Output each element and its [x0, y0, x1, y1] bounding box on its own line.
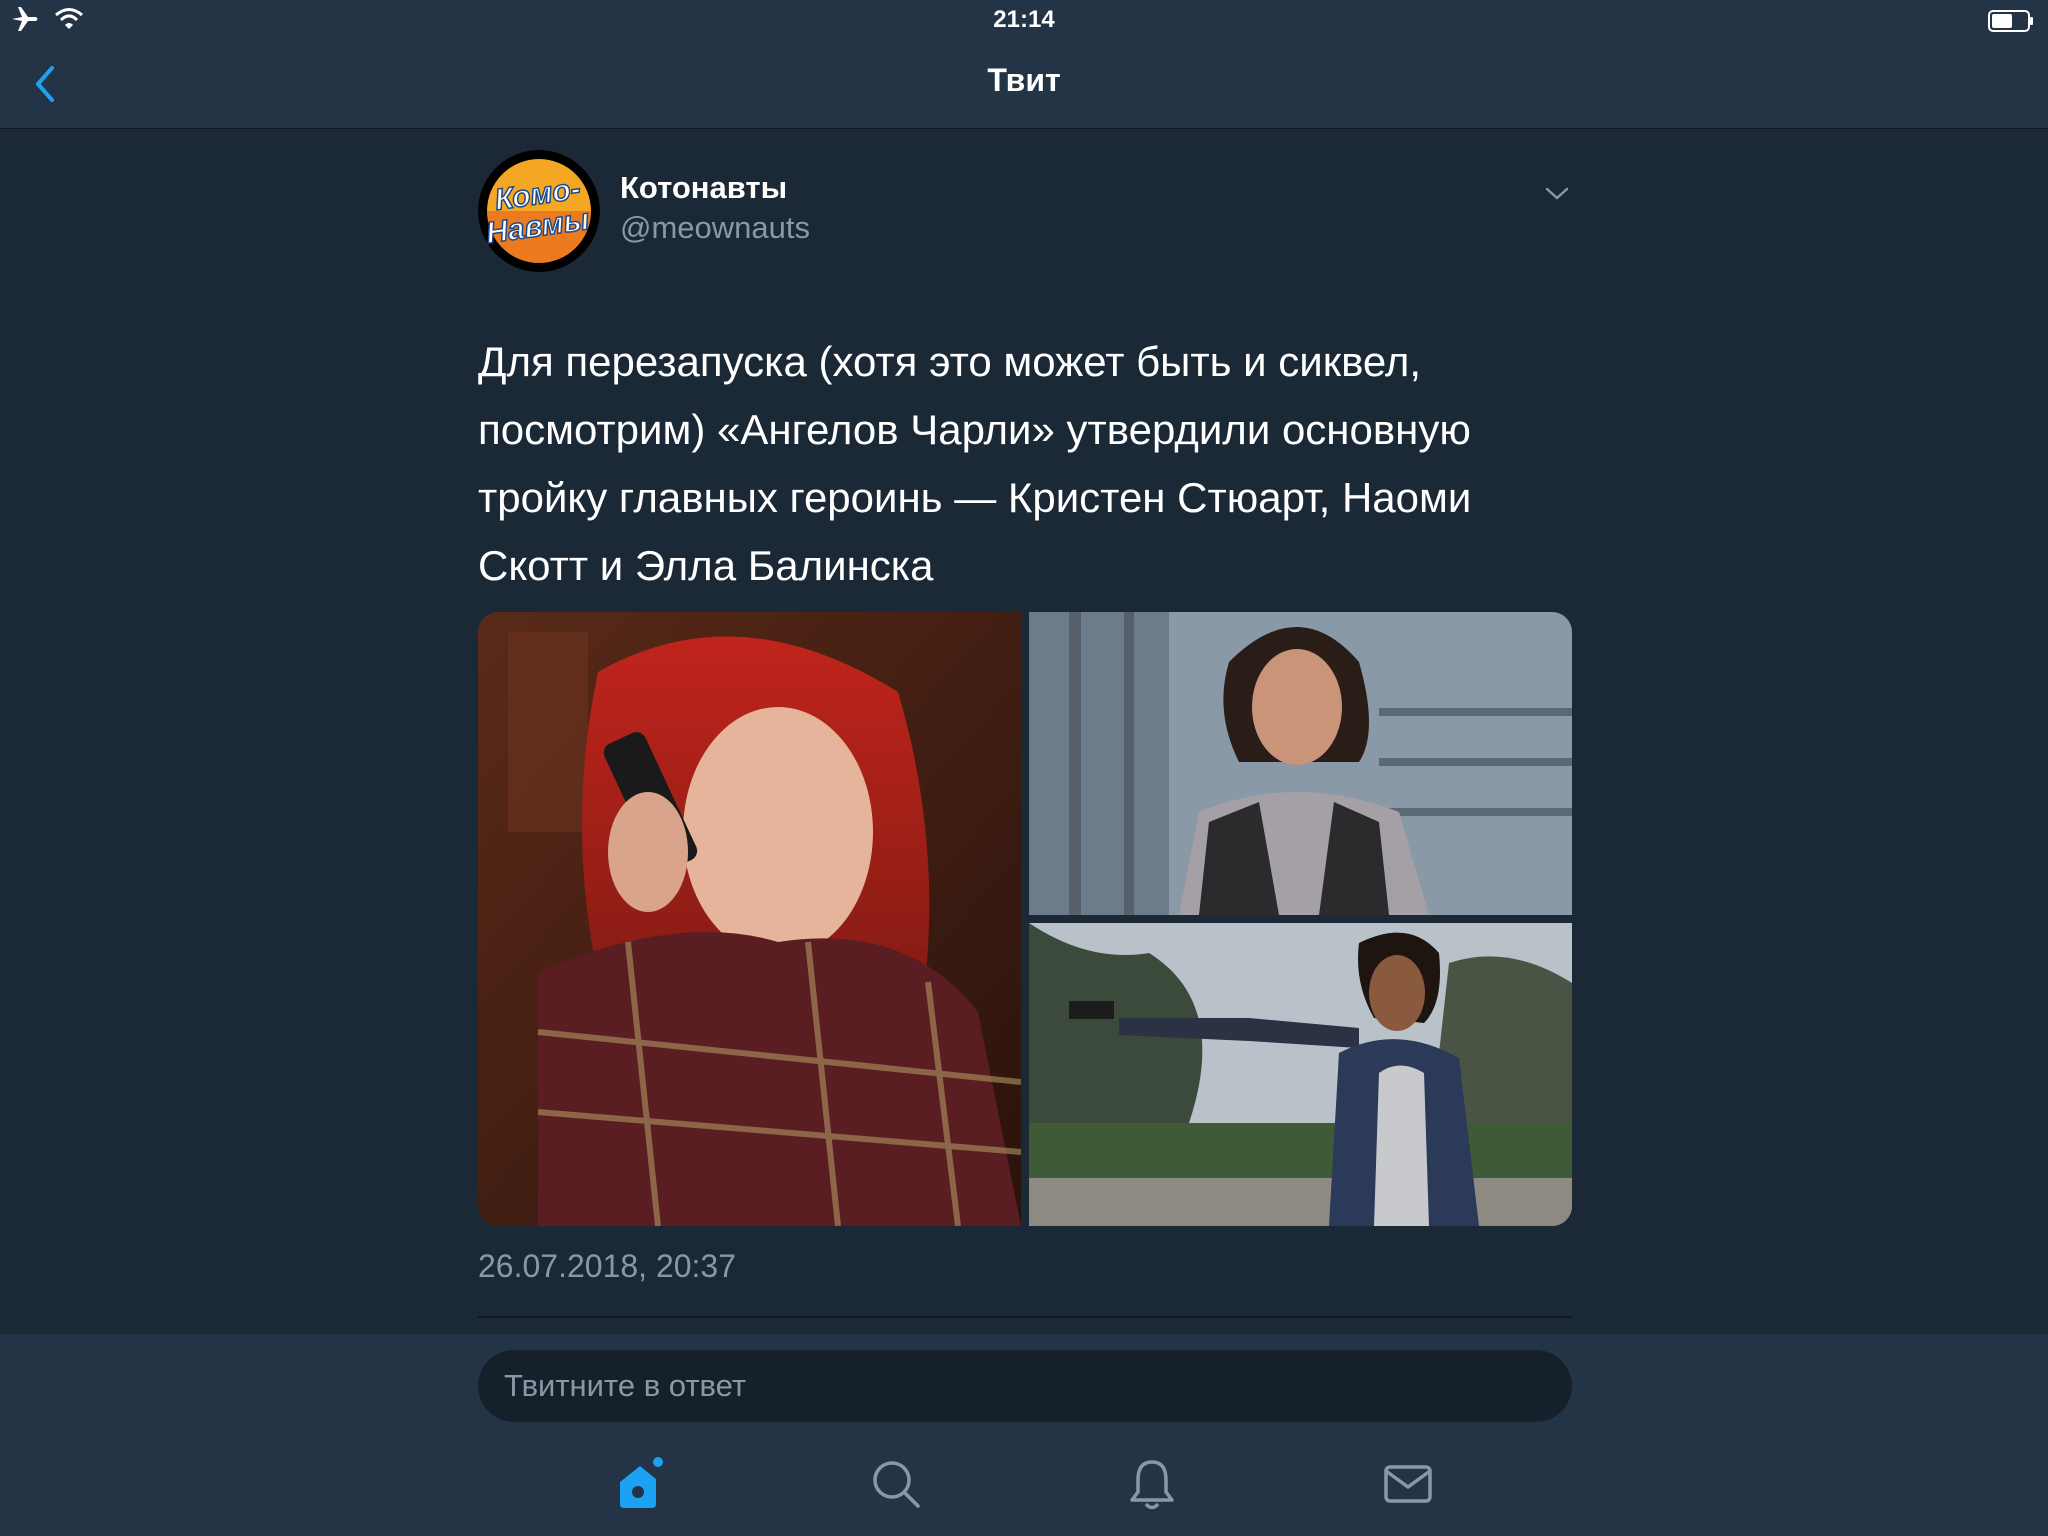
tab-search[interactable]	[866, 1454, 926, 1514]
avatar-logo: Комо- Навмы	[478, 150, 600, 272]
media-photo-3[interactable]	[1029, 923, 1572, 1226]
home-icon	[620, 1457, 663, 1508]
media-photo-2[interactable]	[1029, 612, 1572, 915]
divider	[478, 1316, 1572, 1318]
messages-icon	[1384, 1465, 1432, 1503]
avatar[interactable]: Комо- Навмы	[478, 150, 600, 272]
battery-icon	[1988, 10, 2033, 32]
author-name[interactable]: Котонавты	[620, 170, 787, 206]
notifications-icon	[1130, 1460, 1174, 1510]
media-photo-1[interactable]	[478, 612, 1021, 1226]
search-icon	[873, 1461, 920, 1508]
chevron-down-icon[interactable]	[1542, 178, 1572, 208]
media-grid	[478, 612, 1572, 1226]
tab-notifications[interactable]	[1122, 1454, 1182, 1514]
tweet-timestamp: 26.07.2018, 20:37	[478, 1248, 737, 1284]
tweet-text-line: Для перезапуска (хотя это может быть и с…	[478, 338, 1422, 385]
reply-input[interactable]: Твитните в ответ	[478, 1350, 1572, 1422]
reply-area: Твитните в ответ	[0, 1334, 2048, 1536]
tweet-text-line: тройку главных героинь — Кристен Стюарт,…	[478, 474, 1472, 521]
status-bar: 21:14	[0, 0, 2048, 40]
page-title: Твит	[987, 62, 1061, 98]
author-handle[interactable]: @meownauts	[620, 210, 810, 246]
tweet-text-line: посмотрим) «Ангелов Чарли» утвердили осн…	[478, 406, 1471, 453]
tweet-text: Для перезапуска (хотя это может быть и с…	[478, 328, 1572, 600]
nav-bar: Твит	[0, 40, 2048, 129]
tweet-text-line: Скотт и Элла Балинска	[478, 542, 934, 589]
tab-messages[interactable]	[1378, 1454, 1438, 1514]
tab-home[interactable]	[610, 1454, 670, 1514]
status-time: 21:14	[993, 6, 1055, 33]
